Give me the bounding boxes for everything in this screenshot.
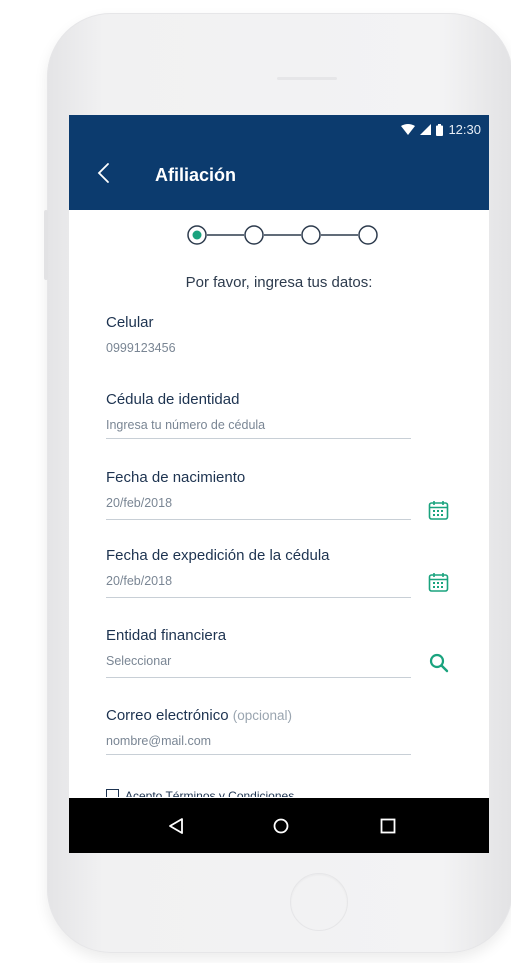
celular-label: Celular	[106, 314, 154, 331]
fecha-expedicion-field[interactable]: Fecha de expedición de la cédula 20/feb/…	[106, 547, 411, 599]
fecha-nacimiento-input[interactable]: 20/feb/2018	[106, 496, 411, 510]
step-2	[244, 225, 264, 245]
celular-field: Celular 0999123456	[106, 314, 411, 355]
fecha-expedicion-label: Fecha de expedición de la cédula	[106, 547, 330, 564]
correo-label: Correo electrónico (opcional)	[106, 707, 411, 724]
phone-home-button	[290, 873, 348, 931]
correo-label-text: Correo electrónico	[106, 707, 229, 724]
status-bar: 12:30	[401, 122, 481, 137]
step-1-active	[187, 225, 207, 245]
correo-optional-tag: (opcional)	[232, 708, 293, 723]
step-4	[358, 225, 378, 245]
nav-home-icon[interactable]	[272, 817, 290, 835]
app-screen: 12:30 Afiliación Por favor, ingresa tus …	[69, 115, 489, 853]
phone-speaker	[277, 77, 337, 80]
nav-recents-icon[interactable]	[379, 817, 397, 835]
checkbox-icon[interactable]	[106, 789, 119, 797]
signal-icon	[420, 124, 432, 135]
entidad-select[interactable]: Seleccionar	[106, 654, 411, 668]
search-icon[interactable]	[429, 653, 449, 673]
battery-icon	[436, 123, 444, 136]
correo-field[interactable]: Correo electrónico (opcional) nombre@mai…	[106, 707, 411, 755]
correo-underline	[106, 754, 411, 755]
android-nav-bar	[69, 798, 489, 853]
entidad-field[interactable]: Entidad financiera Seleccionar	[106, 627, 411, 679]
calendar-icon[interactable]	[428, 500, 449, 521]
status-time: 12:30	[448, 122, 481, 137]
cedula-input[interactable]: Ingresa tu número de cédula	[106, 418, 411, 432]
entidad-underline	[106, 677, 411, 678]
wifi-icon	[401, 124, 416, 135]
phone-side-button	[44, 210, 48, 280]
entidad-label: Entidad financiera	[106, 627, 227, 644]
correo-input[interactable]: nombre@mail.com	[106, 734, 411, 748]
cedula-field[interactable]: Cédula de identidad Ingresa tu número de…	[106, 391, 411, 439]
step-3	[301, 225, 321, 245]
back-arrow-icon[interactable]	[93, 162, 115, 184]
cedula-underline	[106, 438, 411, 439]
cedula-label: Cédula de identidad	[106, 391, 240, 408]
terms-label: Acepto Términos y Condiciones	[125, 789, 295, 797]
fecha-nacimiento-label: Fecha de nacimiento	[106, 469, 246, 486]
terms-row[interactable]: Acepto Términos y Condiciones	[106, 789, 294, 797]
calendar-icon[interactable]	[428, 572, 449, 593]
form-heading: Por favor, ingresa tus datos:	[185, 274, 373, 291]
celular-value: 0999123456	[106, 341, 176, 355]
nav-back-icon[interactable]	[167, 817, 185, 835]
progress-stepper	[187, 225, 378, 245]
page-title: Afiliación	[155, 165, 237, 185]
fecha-expedicion-underline	[106, 597, 411, 598]
fecha-nacimiento-underline	[106, 519, 411, 520]
app-header: 12:30 Afiliación	[69, 115, 489, 210]
fecha-expedicion-input[interactable]: 20/feb/2018	[106, 574, 411, 588]
fecha-nacimiento-field[interactable]: Fecha de nacimiento 20/feb/2018	[106, 469, 411, 521]
